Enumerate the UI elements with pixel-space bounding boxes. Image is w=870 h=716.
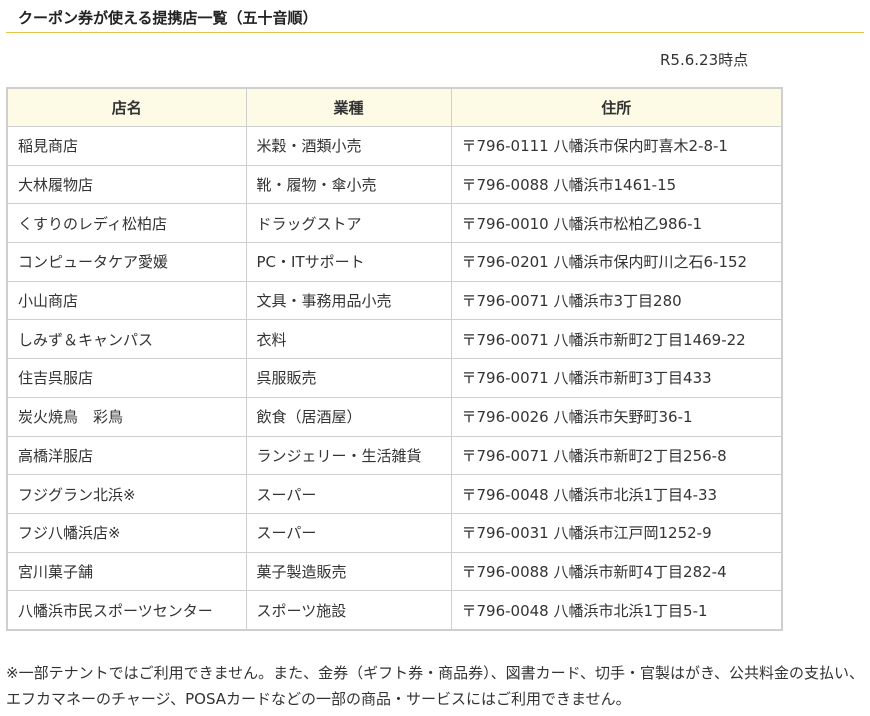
table-row: 宮川菓子舗 菓子製造販売 〒796-0088 八幡浜市新町4丁目282-4 [6, 551, 783, 592]
store-name-cell: くすりのレディ松柏店 [6, 203, 247, 244]
address-cell: 〒796-0026 八幡浜市矢野町36-1 [450, 396, 783, 437]
store-name-cell: しみず＆キャンパス [6, 319, 247, 360]
store-name-cell: 炭火焼鳥 彩鳥 [6, 396, 247, 437]
address-cell: 〒796-0071 八幡浜市新町2丁目256-8 [450, 435, 783, 476]
store-name-cell: コンピュータケア愛媛 [6, 242, 247, 282]
table-row: フジ八幡浜店※ スーパー 〒796-0031 八幡浜市江戸岡1252-9 [6, 512, 783, 553]
address-cell: 〒796-0031 八幡浜市江戸岡1252-9 [450, 512, 783, 553]
table-row: 住吉呉服店 呉服販売 〒796-0071 八幡浜市新町3丁目433 [6, 358, 783, 398]
business-type-cell: スーパー [245, 474, 452, 514]
address-cell: 〒796-0010 八幡浜市松柏乙986-1 [450, 203, 783, 244]
business-type-cell: 米穀・酒類小売 [245, 126, 452, 166]
table-header-row: 店名 業種 住所 [6, 87, 783, 127]
table-row: 大林履物店 靴・履物・傘小売 〒796-0088 八幡浜市1461-15 [6, 164, 783, 205]
store-name-cell: フジグラン北浜※ [6, 474, 247, 514]
business-type-cell: スポーツ施設 [245, 590, 452, 631]
table-row: くすりのレディ松柏店 ドラッグストア 〒796-0010 八幡浜市松柏乙986-1 [6, 203, 783, 244]
address-cell: 〒796-0201 八幡浜市保内町川之石6-152 [450, 242, 783, 282]
table-row: コンピュータケア愛媛 PC・ITサポート 〒796-0201 八幡浜市保内町川之石6… [6, 242, 783, 282]
business-type-cell: PC・ITサポート [245, 242, 452, 282]
business-type-cell: 呉服販売 [245, 358, 452, 398]
store-name-cell: 高橋洋服店 [6, 435, 247, 476]
business-type-cell: 文具・事務用品小売 [245, 280, 452, 321]
table-row: 高橋洋服店 ランジェリー・生活雑貨 〒796-0071 八幡浜市新町2丁目256-8 [6, 435, 783, 476]
store-name-cell: 小山商店 [6, 280, 247, 321]
page-title: クーポン券が使える提携店一覧（五十音順） [18, 9, 318, 27]
address-cell: 〒796-0071 八幡浜市新町3丁目433 [450, 358, 783, 398]
page-heading: クーポン券が使える提携店一覧（五十音順） [6, 0, 864, 33]
business-type-cell: 菓子製造販売 [245, 551, 452, 592]
store-name-cell: フジ八幡浜店※ [6, 512, 247, 553]
address-cell: 〒796-0111 八幡浜市保内町喜木2-8-1 [450, 126, 783, 166]
table-row: 八幡浜市民スポーツセンター スポーツ施設 〒796-0048 八幡浜市北浜1丁目5-… [6, 590, 783, 631]
address-cell: 〒796-0071 八幡浜市3丁目280 [450, 280, 783, 321]
business-type-cell: スーパー [245, 512, 452, 553]
store-name-cell: 住吉呉服店 [6, 358, 247, 398]
table-row: フジグラン北浜※ スーパー 〒796-0048 八幡浜市北浜1丁目4-33 [6, 474, 783, 514]
as-of-date: R5.6.23時点 [660, 51, 749, 69]
address-cell: 〒796-0048 八幡浜市北浜1丁目4-33 [450, 474, 783, 514]
business-type-cell: ドラッグストア [245, 203, 452, 244]
column-header-store-name: 店名 [6, 87, 247, 127]
store-name-cell: 宮川菓子舗 [6, 551, 247, 592]
table-row: 炭火焼鳥 彩鳥 飲食（居酒屋） 〒796-0026 八幡浜市矢野町36-1 [6, 396, 783, 437]
store-name-cell: 八幡浜市民スポーツセンター [6, 590, 247, 631]
table-row: 稲見商店 米穀・酒類小売 〒796-0111 八幡浜市保内町喜木2-8-1 [6, 126, 783, 166]
partner-store-table: 店名 業種 住所 稲見商店 米穀・酒類小売 〒796-0111 八幡浜市保内町喜木2… [6, 87, 783, 631]
table-row: 小山商店 文具・事務用品小売 〒796-0071 八幡浜市3丁目280 [6, 280, 783, 321]
address-cell: 〒796-0088 八幡浜市新町4丁目282-4 [450, 551, 783, 592]
footnote: ※一部テナントではご利用できません。また、金券（ギフト券・商品券）、図書カード、… [6, 664, 864, 708]
column-header-business-type: 業種 [245, 87, 452, 127]
store-name-cell: 稲見商店 [6, 126, 247, 166]
business-type-cell: 飲食（居酒屋） [245, 396, 452, 437]
business-type-cell: ランジェリー・生活雑貨 [245, 435, 452, 476]
business-type-cell: 衣料 [245, 319, 452, 360]
address-cell: 〒796-0088 八幡浜市1461-15 [450, 164, 783, 205]
address-cell: 〒796-0048 八幡浜市北浜1丁目5-1 [450, 590, 783, 631]
column-header-address: 住所 [450, 87, 783, 127]
store-name-cell: 大林履物店 [6, 164, 247, 205]
address-cell: 〒796-0071 八幡浜市新町2丁目1469-22 [450, 319, 783, 360]
business-type-cell: 靴・履物・傘小売 [245, 164, 452, 205]
table-row: しみず＆キャンパス 衣料 〒796-0071 八幡浜市新町2丁目1469-22 [6, 319, 783, 360]
